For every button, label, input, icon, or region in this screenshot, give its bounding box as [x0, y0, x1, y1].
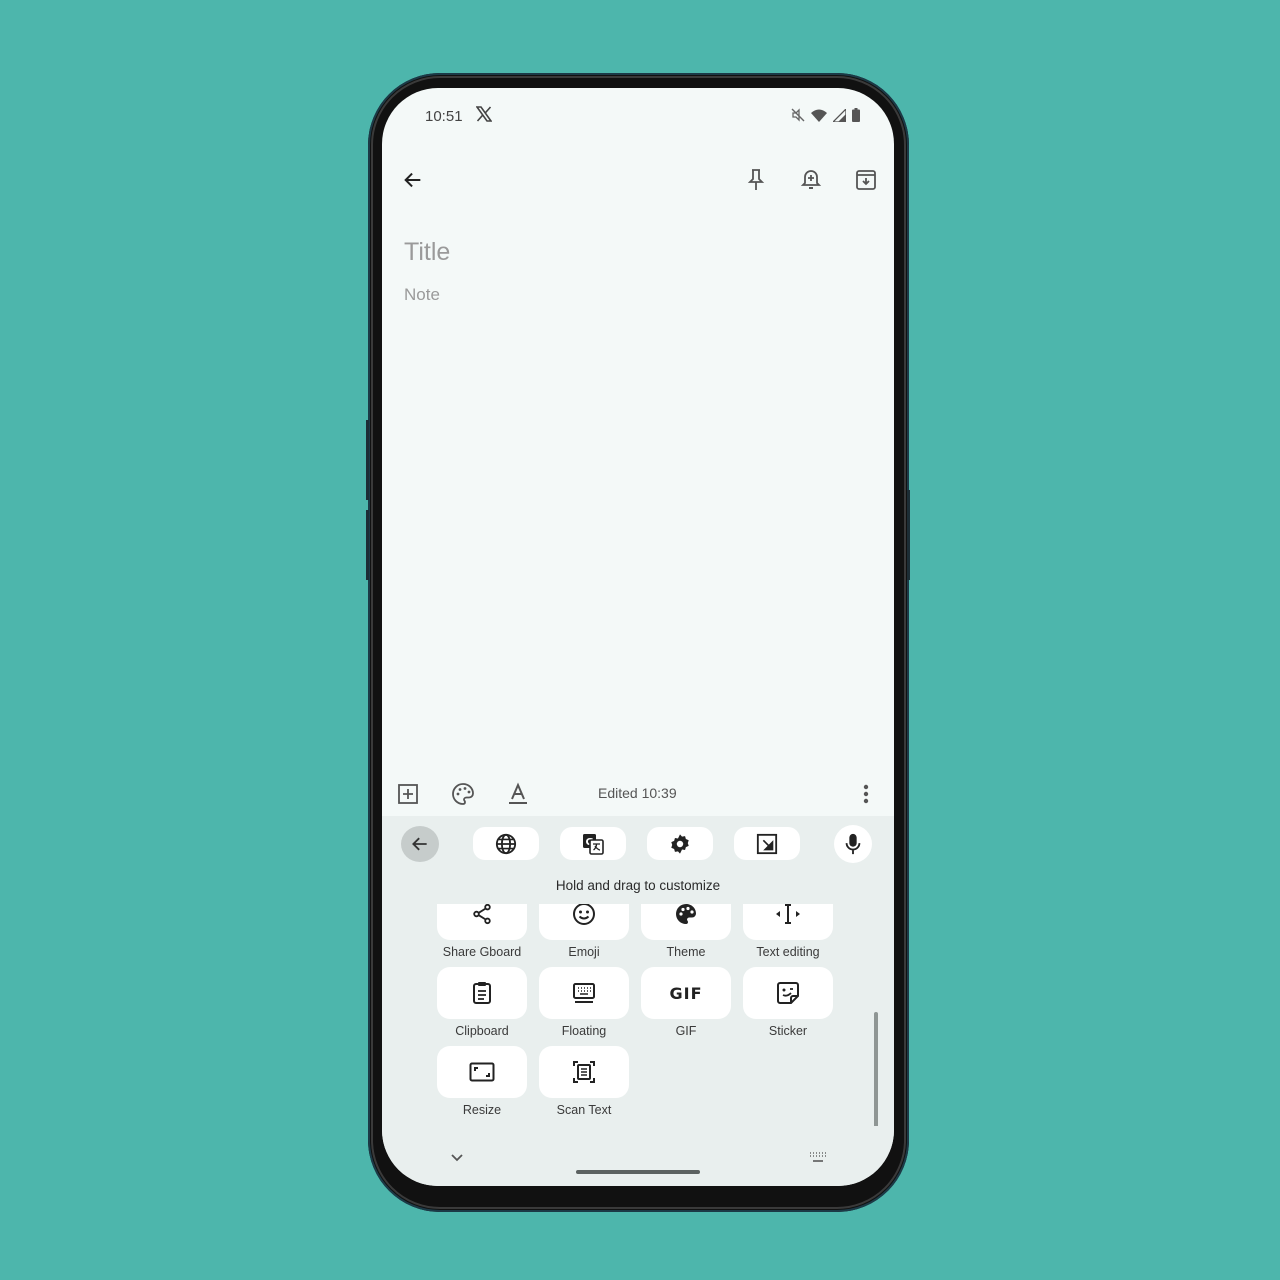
gesture-navigation-bar[interactable]: [576, 1170, 700, 1174]
reminder-button[interactable]: [793, 162, 829, 198]
chevron-down-icon: [451, 1154, 463, 1162]
tool-text-editing[interactable]: Text editing: [743, 904, 833, 959]
switch-keyboard-button[interactable]: [800, 1140, 836, 1176]
back-arrow-icon: [404, 172, 421, 188]
palette-icon: [452, 783, 474, 805]
tool-emoji[interactable]: Emoji: [539, 904, 629, 959]
keyboard-nav-bar: [382, 1146, 894, 1170]
tool-label: GIF: [675, 1024, 697, 1038]
language-button[interactable]: [473, 827, 539, 860]
tool-theme[interactable]: Theme: [641, 904, 731, 959]
tool-label: Scan Text: [556, 1103, 612, 1117]
emoji-icon: [573, 904, 595, 925]
keyboard-back-button[interactable]: [401, 826, 439, 862]
wifi-icon: [811, 109, 827, 127]
tool-label: Floating: [561, 1024, 607, 1038]
text-cursor-icon: [776, 904, 800, 924]
globe-icon: [495, 833, 517, 854]
translate-button[interactable]: G: [560, 827, 626, 860]
battery-icon: [852, 108, 860, 127]
tool-share-gboard[interactable]: Share Gboard: [437, 904, 527, 959]
tool-sticker[interactable]: Sticker: [743, 967, 833, 1038]
note-bottom-bar: Edited 10:39: [382, 774, 894, 814]
tool-label: Resize: [462, 1103, 502, 1117]
back-arrow-icon: [412, 837, 427, 851]
app-bar: [382, 158, 894, 202]
reminder-icon: [800, 170, 822, 189]
archive-button[interactable]: [848, 162, 884, 198]
archive-icon: [856, 170, 876, 190]
tool-clipboard[interactable]: Clipboard: [437, 967, 527, 1038]
mute-icon: [791, 108, 805, 127]
side-button: [366, 510, 369, 580]
more-options-button[interactable]: [848, 776, 884, 812]
cellular-icon: [831, 106, 847, 127]
back-button[interactable]: [395, 162, 431, 198]
gif-icon: GIF: [669, 983, 703, 1003]
tool-label: Share Gboard: [442, 945, 522, 959]
x-app-icon: [475, 106, 493, 124]
pin-icon: [747, 169, 765, 190]
mic-icon: [845, 833, 861, 855]
text-format-icon: [509, 782, 527, 804]
share-icon: [473, 904, 491, 925]
tool-label: Sticker: [768, 1024, 808, 1038]
customize-hint: Hold and drag to customize: [555, 878, 721, 893]
voice-input-button[interactable]: [834, 825, 872, 863]
translate-icon: G: [583, 833, 604, 855]
settings-button[interactable]: [647, 827, 713, 860]
tool-label: Theme: [666, 945, 706, 959]
gboard-keyboard: G Hold and drag to customize Share Gboar…: [382, 816, 894, 1186]
tool-scan-text[interactable]: Scan Text: [539, 1046, 629, 1117]
palette-icon: [676, 904, 696, 924]
title-input[interactable]: [404, 238, 864, 267]
keyboard-tools-grid: Share Gboard Emoji Theme Text editing Cl…: [382, 904, 894, 1126]
settings-icon: [671, 833, 689, 854]
one-handed-icon: [756, 833, 778, 854]
tool-label: Clipboard: [455, 1024, 509, 1038]
side-button: [366, 420, 369, 500]
note-input[interactable]: [404, 285, 864, 305]
status-time: 10:51: [425, 108, 463, 125]
tool-floating[interactable]: Floating: [539, 967, 629, 1038]
edited-timestamp: Edited 10:39: [598, 785, 677, 801]
sticker-icon: [777, 982, 799, 1004]
clipboard-icon: [473, 982, 491, 1004]
floating-keyboard-icon: [573, 983, 595, 1003]
side-button: [907, 490, 910, 580]
keyboard-toolbar: G: [382, 825, 894, 863]
tool-resize[interactable]: Resize: [437, 1046, 527, 1117]
keyboard-icon: [810, 1152, 826, 1162]
tool-label: Text editing: [756, 945, 820, 959]
resize-icon: [469, 1062, 495, 1082]
pin-button[interactable]: [738, 162, 774, 198]
text-format-button[interactable]: [500, 776, 536, 812]
status-bar: 10:51: [382, 88, 894, 144]
background-options-button[interactable]: [445, 776, 481, 812]
more-vert-icon: [863, 784, 869, 804]
tool-gif[interactable]: GIF GIF: [641, 967, 731, 1038]
hide-keyboard-button[interactable]: [439, 1140, 475, 1176]
tools-scrollbar[interactable]: [874, 1012, 878, 1126]
one-handed-mode-button[interactable]: [734, 827, 800, 860]
tool-label: Emoji: [568, 945, 600, 959]
add-button[interactable]: [390, 776, 426, 812]
screen: 10:51 Title Note Edited 10:39 Hold and d…: [382, 88, 894, 1186]
add-box-icon: [398, 784, 418, 804]
scan-text-icon: [573, 1061, 595, 1083]
